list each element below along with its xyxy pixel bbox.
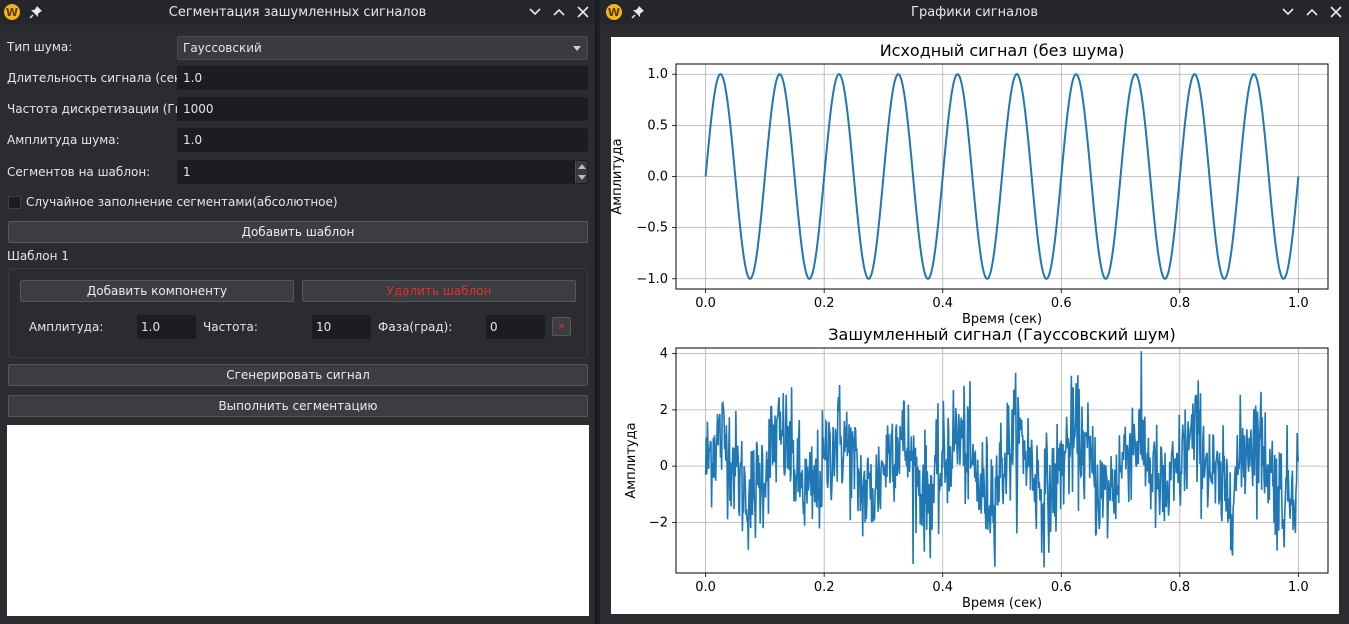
plots-window: W Графики сигналов 0.0 0.2 0.4 0.6 0.8 1.0 −1.… [600, 0, 1349, 624]
segments-label: Сегментов на шаблон: [7, 165, 151, 179]
x-tick-label: 1.0 [1288, 580, 1309, 595]
noise-type-select[interactable]: Гауссовский [177, 36, 588, 60]
random-fill-checkbox[interactable] [8, 196, 21, 209]
y-tick-label: 0 [660, 459, 668, 474]
y-axis-label: Амплитуда [611, 138, 625, 214]
y-tick-label: 0.5 [647, 118, 668, 133]
add-component-button[interactable]: Добавить компоненту [20, 280, 294, 302]
close-icon: × [557, 321, 566, 332]
x-tick-label: 0.0 [695, 296, 716, 311]
duration-input[interactable]: 1.0 [177, 66, 588, 90]
x-axis-label: Время (сек) [962, 596, 1042, 611]
plot-canvas[interactable]: 0.0 0.2 0.4 0.6 0.8 1.0 −1.0 −0.5 0.0 0.5 1.0 Исход… [610, 37, 1339, 614]
duration-label: Длительность сигнала (сек): [7, 71, 190, 85]
segmentation-window: W Сегментация зашумленных сигналов Тип ш… [0, 0, 596, 624]
y-tick-label: 1.0 [647, 67, 668, 82]
chart-title: Зашумленный сигнал (Гауссовский шум) [828, 325, 1175, 344]
segments-value: 1 [183, 165, 191, 179]
chevron-up-icon[interactable] [550, 3, 568, 21]
x-tick-label: 0.2 [814, 296, 835, 311]
x-tick-label: 0.6 [1051, 296, 1072, 311]
spin-buttons[interactable] [575, 161, 587, 183]
add-template-button[interactable]: Добавить шаблон [8, 221, 588, 243]
segments-spinbox[interactable]: 1 [177, 160, 588, 184]
run-segmentation-button[interactable]: Выполнить сегментацию [8, 395, 588, 417]
noise-type-label: Тип шума: [7, 40, 73, 54]
close-icon[interactable] [574, 3, 592, 21]
chevron-down-icon[interactable] [526, 3, 544, 21]
y-tick-label: 0.0 [647, 170, 668, 185]
spin-up-icon[interactable] [578, 164, 586, 169]
x-tick-label: 0.8 [1169, 580, 1190, 595]
series-line [704, 73, 1300, 280]
close-icon[interactable] [1327, 3, 1345, 21]
left-window-title: Сегментация зашумленных сигналов [168, 5, 427, 20]
component-amplitude-input[interactable]: 1.0 [137, 315, 196, 339]
noise-amplitude-label: Амплитуда шума: [7, 133, 120, 147]
chevron-up-icon[interactable] [1303, 3, 1321, 21]
noise-amplitude-input[interactable]: 1.0 [177, 128, 588, 152]
left-titlebar[interactable]: W Сегментация зашумленных сигналов [0, 0, 595, 25]
y-tick-label: 4 [660, 347, 668, 362]
sampling-rate-label: Частота дискретизации (Гц): [7, 102, 192, 116]
right-window-title: Графики сигналов [911, 5, 1038, 20]
output-area[interactable] [7, 425, 589, 616]
generate-signal-button[interactable]: Сгенерировать сигнал [8, 364, 588, 386]
x-tick-label: 0.6 [1051, 580, 1072, 595]
y-tick-label: 2 [660, 403, 668, 418]
component-phase-input[interactable]: 0 [486, 315, 545, 339]
x-tick-label: 0.4 [932, 296, 953, 311]
y-axis-label: Амплитуда [624, 422, 639, 498]
x-tick-label: 0.8 [1169, 296, 1190, 311]
template-title: Шаблон 1 [7, 249, 69, 263]
series-line [704, 351, 1300, 568]
sampling-rate-input[interactable]: 1000 [177, 97, 588, 121]
y-tick-label: −2 [649, 515, 668, 530]
delete-template-button[interactable]: Удалить шаблон [302, 280, 576, 302]
spin-down-icon[interactable] [578, 175, 586, 180]
component-amplitude-label: Амплитуда: [29, 320, 104, 334]
noise-type-value: Гауссовский [183, 41, 262, 55]
remove-component-button[interactable]: × [552, 317, 571, 336]
chevron-down-icon[interactable] [1279, 3, 1297, 21]
chart-title: Исходный сигнал (без шума) [880, 41, 1125, 60]
charts-svg: 0.0 0.2 0.4 0.6 0.8 1.0 −1.0 −0.5 0.0 0.5 1.0 Исход… [610, 41, 1329, 611]
x-tick-label: 0.2 [814, 580, 835, 595]
x-tick-label: 1.0 [1288, 296, 1309, 311]
x-tick-label: 0.0 [695, 580, 716, 595]
x-tick-label: 0.4 [932, 580, 953, 595]
chevron-down-icon [573, 46, 581, 51]
random-fill-label: Случайное заполнение сегментами(абсолютн… [26, 195, 338, 209]
component-phase-label: Фаза(град): [378, 320, 453, 334]
right-titlebar[interactable]: W Графики сигналов [600, 0, 1349, 25]
y-tick-label: −0.5 [636, 221, 668, 236]
component-frequency-label: Частота: [203, 320, 258, 334]
component-frequency-input[interactable]: 10 [312, 315, 371, 339]
y-tick-label: −1.0 [636, 272, 668, 287]
